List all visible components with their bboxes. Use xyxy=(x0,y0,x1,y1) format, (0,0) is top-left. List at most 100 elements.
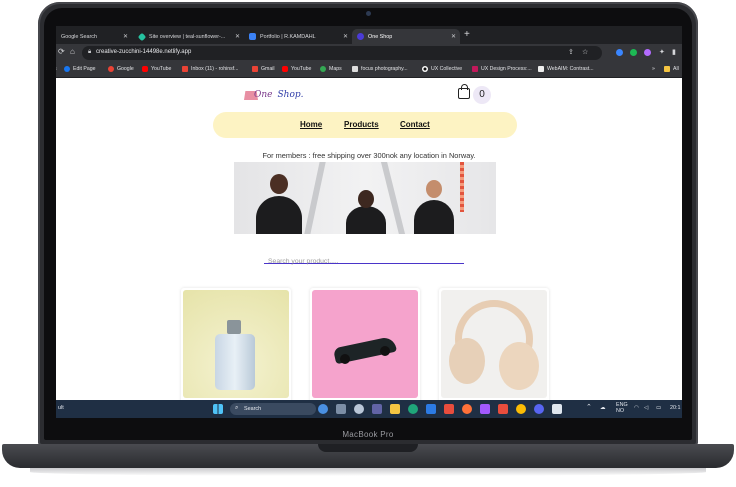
bookmark-label: Edit Page xyxy=(73,66,96,72)
task-view-icon[interactable] xyxy=(336,404,346,414)
bookmark-label: Inbox (11) - rohinsf... xyxy=(191,66,239,72)
car-wheel-shape xyxy=(380,346,390,356)
side-panel-icon[interactable]: ▮ xyxy=(672,48,676,56)
all-bookmarks-button[interactable]: All xyxy=(664,66,679,72)
url-text: creative-zucchini-14498e.netlify.app xyxy=(96,49,192,55)
tab-one-shop[interactable]: One Shop ✕ xyxy=(352,29,460,44)
bookmark-label: UX Collective xyxy=(431,66,463,72)
bookmark-star-icon[interactable]: ☆ xyxy=(582,48,588,56)
cart-count-badge: 0 xyxy=(473,86,491,104)
search-input[interactable] xyxy=(264,258,464,265)
bookmark-item[interactable]: Maps xyxy=(320,66,342,72)
product-image-headphones xyxy=(441,290,547,398)
taskbar-search[interactable]: ⌕ Search xyxy=(230,403,316,415)
car-wheel-shape xyxy=(340,354,350,364)
gmail-icon xyxy=(252,66,258,72)
bookmark-item[interactable]: UX Design Process:... xyxy=(472,66,532,72)
stage: MacBook Pro Google Search ✕ Site overvie… xyxy=(0,0,736,487)
language-indicator[interactable]: ENG NO xyxy=(616,402,628,414)
bookmark-item[interactable]: UX Collective xyxy=(422,66,462,72)
tab-site-overview[interactable]: Site overview | teal-sunflower-... ✕ xyxy=(134,29,244,44)
tab-label: One Shop xyxy=(368,33,393,40)
figma-icon[interactable] xyxy=(480,404,490,414)
nav-products-link[interactable]: Products xyxy=(344,120,379,129)
logo-text: One Shop. xyxy=(254,90,304,100)
bookmark-label: Gmail xyxy=(261,66,275,72)
bookmark-item[interactable]: Google xyxy=(108,66,134,72)
firefox-icon[interactable] xyxy=(462,404,472,414)
bookmarks-overflow-button[interactable]: » xyxy=(652,66,655,72)
bookmark-item[interactable]: WebAIM: Contrast... xyxy=(538,66,594,72)
shopping-bag-icon xyxy=(458,84,470,99)
share-icon[interactable]: ⇪ xyxy=(568,48,574,56)
home-icon[interactable]: ⌂ xyxy=(70,47,75,56)
office-icon[interactable] xyxy=(444,404,454,414)
netlify-icon xyxy=(137,32,147,41)
battery-icon[interactable]: ▭ xyxy=(656,405,661,411)
copilot-icon[interactable] xyxy=(318,404,328,414)
close-icon[interactable]: ✕ xyxy=(235,33,240,40)
bookmark-item[interactable]: Edit Page xyxy=(64,66,96,72)
close-icon[interactable]: ✕ xyxy=(123,33,128,40)
bookmark-label: Maps xyxy=(329,66,342,72)
bookmark-item[interactable]: YouTube xyxy=(282,66,311,72)
cart-button[interactable]: 0 xyxy=(458,84,492,104)
bookmark-label: YouTube xyxy=(151,66,172,72)
wifi-icon[interactable]: ◠ xyxy=(634,405,639,411)
tab-google-search[interactable]: Google Search ✕ xyxy=(56,29,132,44)
extension-icon[interactable] xyxy=(630,49,637,56)
bookmark-item[interactable]: YouTube xyxy=(142,66,171,72)
tab-label: Site overview | teal-sunflower-... xyxy=(149,33,226,40)
ux-collective-icon xyxy=(422,66,428,72)
product-card[interactable] xyxy=(310,288,420,400)
store-icon[interactable] xyxy=(426,404,436,414)
device-brand-label: MacBook Pro xyxy=(342,430,394,439)
nav-contact-link[interactable]: Contact xyxy=(400,120,430,129)
product-image-toy-car xyxy=(312,290,418,398)
ear-cup-shape xyxy=(499,342,539,390)
discord-icon[interactable] xyxy=(534,404,544,414)
product-card[interactable] xyxy=(439,288,549,400)
windows-start-icon[interactable] xyxy=(213,404,223,414)
bookmark-item[interactable]: focus photography... xyxy=(352,66,408,72)
clock[interactable]: 20:1 xyxy=(670,405,681,411)
bookmark-item[interactable]: Inbox (11) - rohinsf... xyxy=(182,66,238,72)
person-shape xyxy=(414,200,454,234)
nav-home-link[interactable]: Home xyxy=(300,120,322,129)
bookmark-label: YouTube xyxy=(291,66,312,72)
widgets-icon[interactable] xyxy=(354,404,364,414)
logo-word-one: One xyxy=(254,90,273,100)
edge-icon[interactable] xyxy=(408,404,418,414)
close-icon[interactable]: ✕ xyxy=(343,33,348,40)
tab-label: Google Search xyxy=(61,33,97,40)
rope-shape xyxy=(460,162,464,212)
maps-icon xyxy=(320,66,326,72)
reload-icon[interactable]: ⟳ xyxy=(58,47,65,56)
product-card[interactable] xyxy=(181,288,291,400)
close-icon[interactable]: ✕ xyxy=(451,33,456,40)
taskbar-left-text: ult xyxy=(58,405,64,411)
chrome-icon[interactable] xyxy=(516,404,526,414)
adobe-icon[interactable] xyxy=(498,404,508,414)
volume-icon[interactable]: ◁ xyxy=(644,405,648,411)
teams-icon[interactable] xyxy=(372,404,382,414)
search-icon: ⌕ xyxy=(235,405,239,411)
ear-cup-shape xyxy=(449,338,485,384)
screenshot-icon[interactable] xyxy=(552,404,562,414)
bookmark-label: focus photography... xyxy=(361,66,408,72)
address-bar[interactable]: 🔒︎ creative-zucchini-14498e.netlify.app … xyxy=(82,46,602,60)
extension-icon[interactable] xyxy=(616,49,623,56)
taskbar-search-label: Search xyxy=(244,406,262,412)
bookmark-item[interactable]: Gmail xyxy=(252,66,275,72)
file-explorer-icon[interactable] xyxy=(390,404,400,414)
google-icon xyxy=(108,66,114,72)
extension-icon[interactable] xyxy=(644,49,651,56)
product-image-perfume xyxy=(183,290,289,398)
extensions-puzzle-icon[interactable]: ✦ xyxy=(659,48,665,56)
bookmark-overflow-left[interactable]: s xyxy=(56,66,57,72)
new-tab-button[interactable]: + xyxy=(464,29,470,40)
chevron-up-icon[interactable]: ⌃ xyxy=(586,403,592,411)
base-shadow xyxy=(30,468,706,476)
cloud-icon[interactable]: ☁ xyxy=(600,405,605,411)
tab-portfolio[interactable]: Portfolio | R.KAMDAHL ✕ xyxy=(244,29,352,44)
